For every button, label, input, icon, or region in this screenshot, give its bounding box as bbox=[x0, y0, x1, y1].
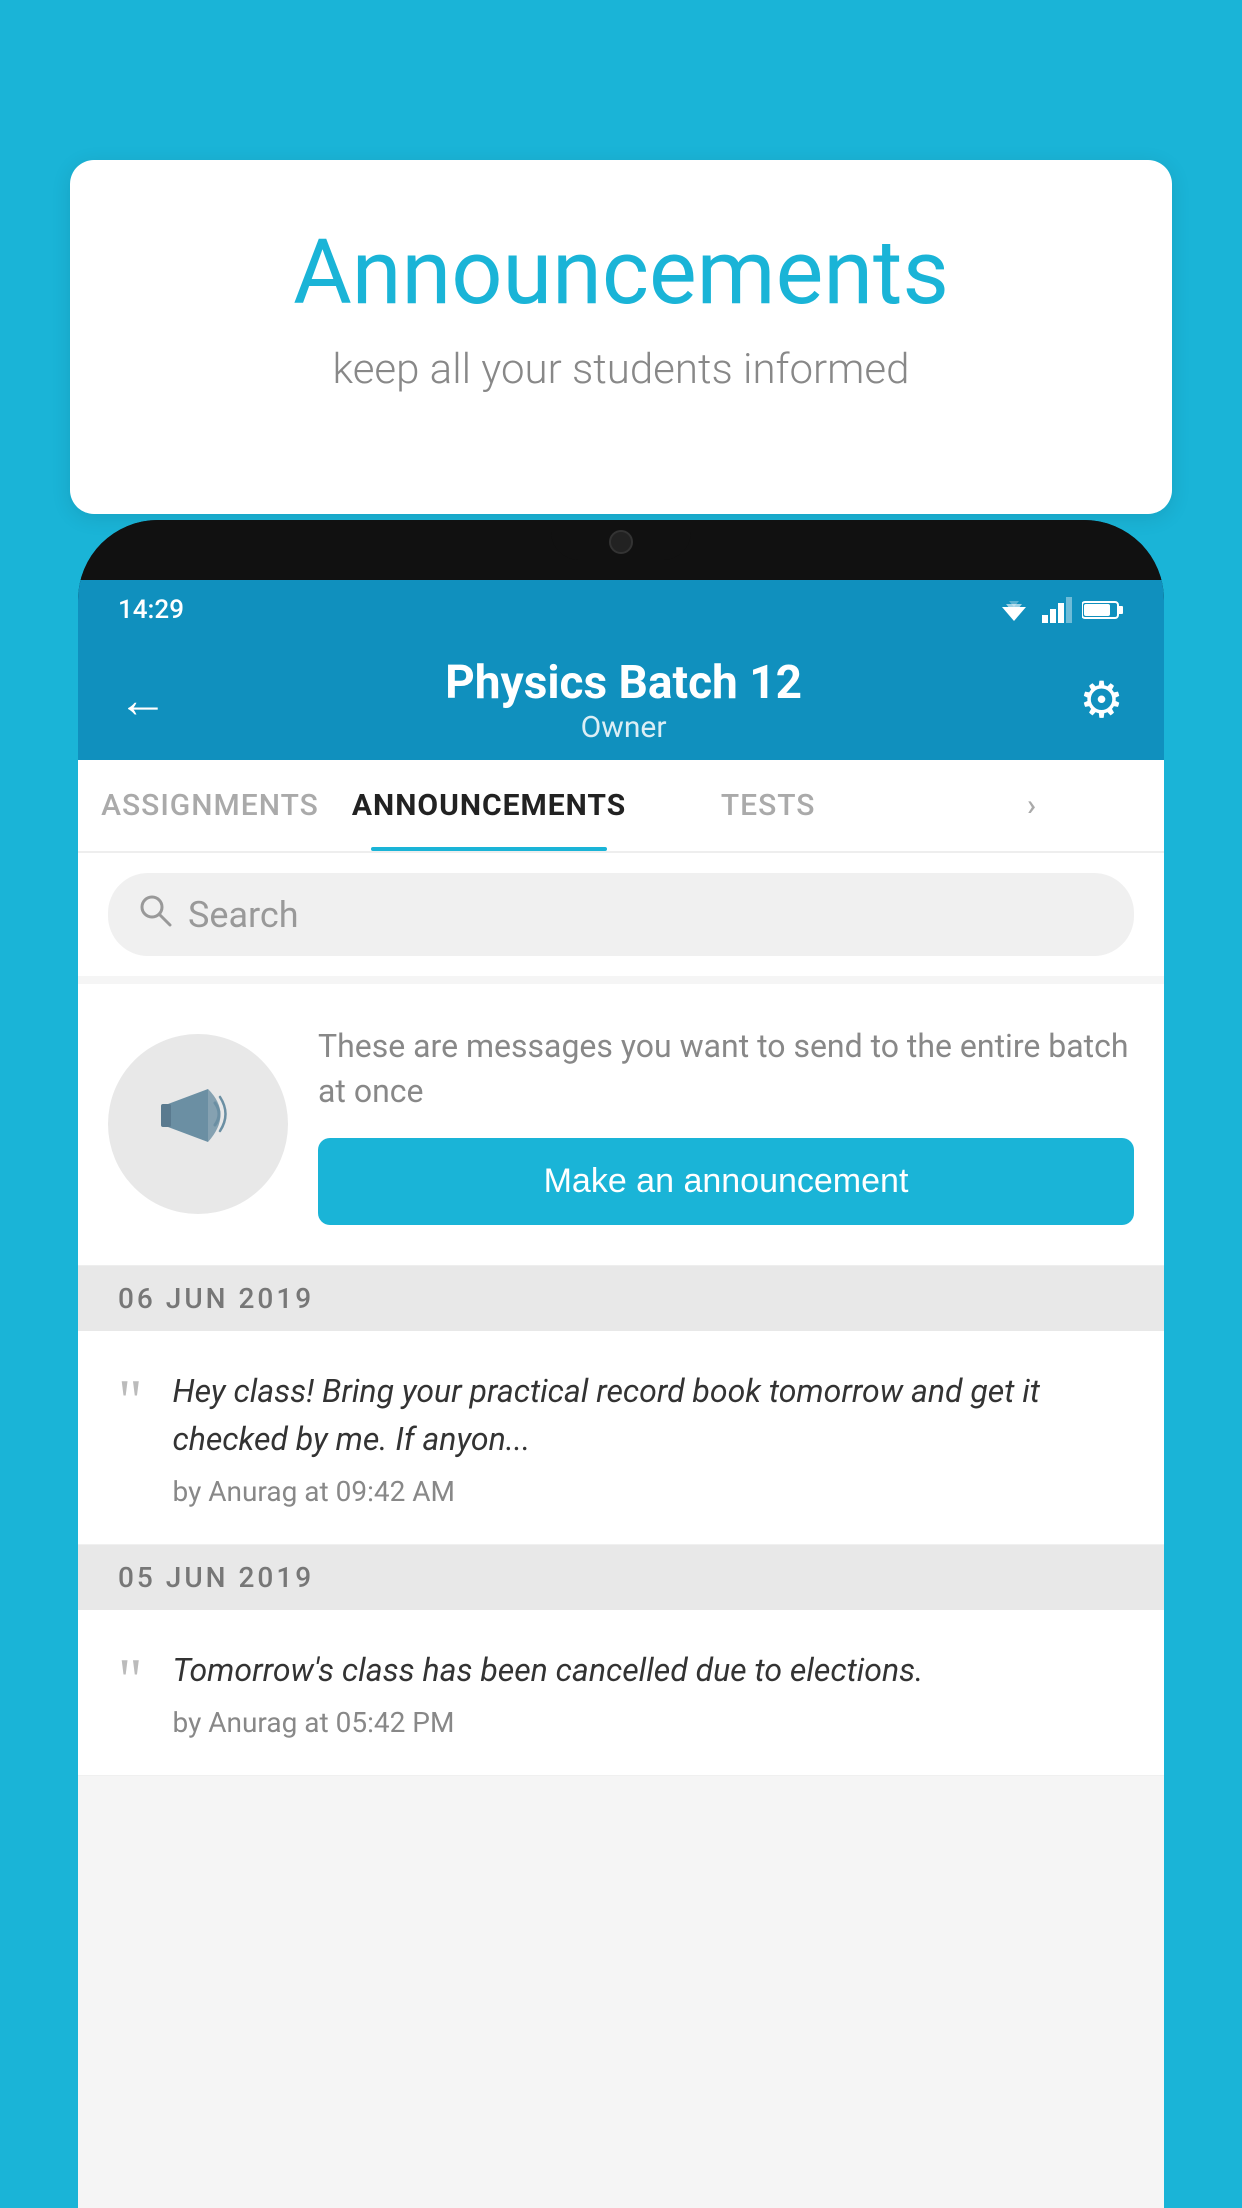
tab-tests[interactable]: TESTS bbox=[636, 760, 900, 851]
announcement-item-2[interactable]: " Tomorrow's class has been cancelled du… bbox=[78, 1610, 1164, 1776]
quote-icon: " bbox=[118, 1367, 143, 1425]
user-role: Owner bbox=[445, 710, 802, 745]
notch bbox=[551, 520, 691, 560]
app-header: ← Physics Batch 12 Owner ⚙ bbox=[78, 640, 1164, 760]
date-separator-1: 06 JUN 2019 bbox=[78, 1266, 1164, 1331]
status-icons bbox=[996, 597, 1124, 623]
make-announcement-button[interactable]: Make an announcement bbox=[318, 1138, 1134, 1225]
search-bar[interactable]: Search bbox=[108, 873, 1134, 956]
intro-section: Announcements keep all your students inf… bbox=[70, 160, 1172, 514]
date-separator-2: 05 JUN 2019 bbox=[78, 1545, 1164, 1610]
tab-announcements[interactable]: ANNOUNCEMENTS bbox=[342, 760, 636, 851]
bubble-subtitle: keep all your students informed bbox=[150, 345, 1092, 394]
notch-area bbox=[78, 520, 1164, 580]
tab-assignments[interactable]: ASSIGNMENTS bbox=[78, 760, 342, 851]
status-bar: 14:29 bbox=[78, 580, 1164, 640]
quote-icon-2: " bbox=[118, 1646, 143, 1704]
search-placeholder: Search bbox=[188, 894, 299, 936]
batch-title: Physics Batch 12 bbox=[445, 656, 802, 710]
back-button[interactable]: ← bbox=[118, 671, 168, 730]
screen-content: Search bbox=[78, 853, 1164, 2208]
tabs-bar: ASSIGNMENTS ANNOUNCEMENTS TESTS › bbox=[78, 760, 1164, 853]
wifi-icon bbox=[996, 597, 1032, 623]
prompt-description: These are messages you want to send to t… bbox=[318, 1024, 1134, 1114]
search-bar-container: Search bbox=[78, 853, 1164, 976]
announcement-item-1[interactable]: " Hey class! Bring your practical record… bbox=[78, 1331, 1164, 1545]
megaphone-icon bbox=[153, 1069, 243, 1179]
announcement-meta: by Anurag at 09:42 AM bbox=[173, 1475, 1125, 1508]
announcement-text-area: Hey class! Bring your practical record b… bbox=[173, 1367, 1125, 1508]
signal-icon bbox=[1042, 597, 1072, 623]
front-camera bbox=[609, 530, 633, 554]
prompt-right: These are messages you want to send to t… bbox=[318, 1024, 1134, 1225]
battery-icon bbox=[1082, 599, 1124, 621]
clock: 14:29 bbox=[118, 595, 184, 625]
announcement-meta-2: by Anurag at 05:42 PM bbox=[173, 1706, 1125, 1739]
announcement-text-area-2: Tomorrow's class has been cancelled due … bbox=[173, 1646, 1125, 1739]
search-icon bbox=[138, 893, 172, 936]
bubble-title: Announcements bbox=[150, 220, 1092, 325]
announcement-prompt: These are messages you want to send to t… bbox=[78, 984, 1164, 1266]
megaphone-circle bbox=[108, 1034, 288, 1214]
tab-more[interactable]: › bbox=[900, 760, 1164, 851]
header-center: Physics Batch 12 Owner bbox=[445, 656, 802, 745]
speech-bubble: Announcements keep all your students inf… bbox=[70, 160, 1172, 514]
phone-frame: 14:29 ← Physics Batch 12 Ow bbox=[78, 520, 1164, 2208]
announcement-text: Hey class! Bring your practical record b… bbox=[173, 1367, 1125, 1463]
announcement-text-2: Tomorrow's class has been cancelled due … bbox=[173, 1646, 1125, 1694]
settings-icon[interactable]: ⚙ bbox=[1079, 671, 1124, 730]
